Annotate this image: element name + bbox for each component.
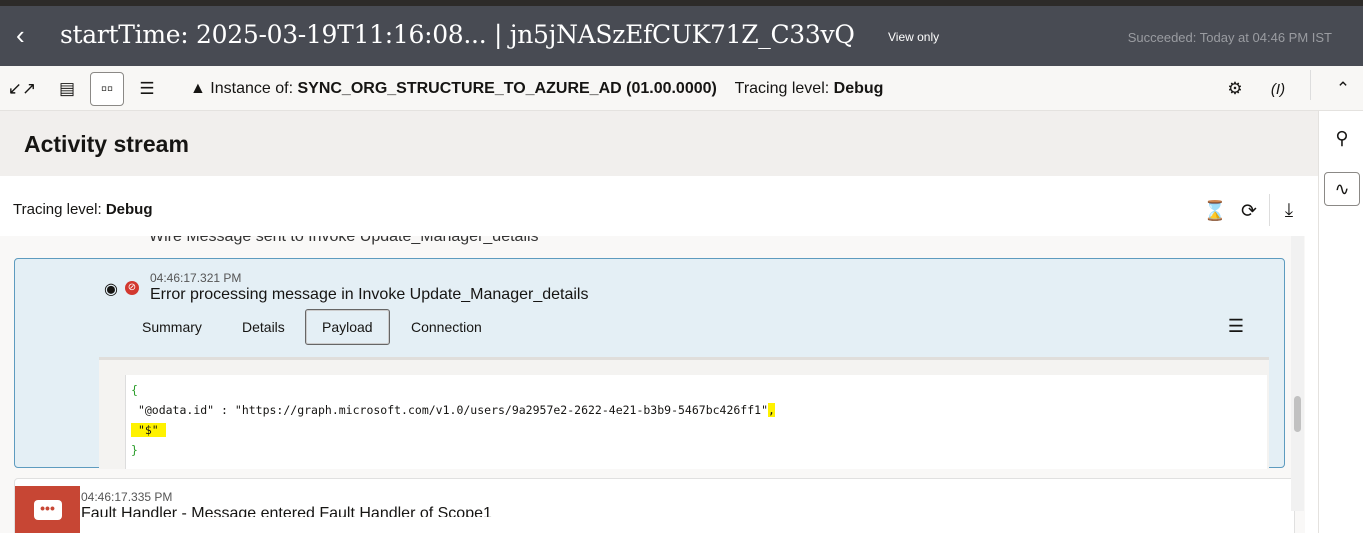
json-key: "@odata.id": [137, 403, 215, 417]
activity-time: 04:46:17.321 PM: [150, 271, 242, 285]
activity-card[interactable]: 04:46:17.335 PM Fault Handler - Message …: [14, 478, 1295, 533]
tab-connection[interactable]: Connection: [395, 309, 498, 345]
tracing-label: Tracing level:: [13, 201, 106, 218]
list-item-message: Wire Message sent to Invoke Update_Manag…: [149, 236, 539, 245]
horizontal-layout-icon[interactable]: ▫▫: [90, 72, 124, 106]
download-icon[interactable]: ⤓: [1274, 196, 1304, 226]
activity-stream-title: Activity stream: [24, 131, 189, 157]
activity-list: Wire Message sent to Invoke Update_Manag…: [0, 236, 1305, 533]
json-value: "https://graph.microsoft.com/v1.0/users/…: [234, 403, 769, 417]
view-only-badge: View only: [888, 30, 940, 44]
activity-pulse-icon[interactable]: ∿: [1324, 172, 1360, 206]
chevron-double-up-icon[interactable]: ⌃: [1326, 72, 1360, 106]
activity-message: Fault Handler - Message entered Fault Ha…: [81, 505, 492, 517]
tab-details[interactable]: Details: [226, 309, 301, 345]
tab-summary[interactable]: Summary: [126, 309, 218, 345]
json-extra-highlight: "$": [137, 423, 159, 437]
tracing-value: Debug: [105, 201, 153, 218]
activity-message: Error processing message in Invoke Updat…: [150, 286, 589, 303]
page-header: ‹ startTime: 2025-03-19T11:16:08... | jn…: [0, 6, 1363, 66]
main-panel: Activity stream Tracing level: Debug ⌛ ⟳…: [0, 111, 1318, 533]
tracing-value: Debug: [833, 80, 884, 97]
chat-button[interactable]: •••: [15, 486, 80, 533]
toolbar: ↙↗ ▤ ▫▫ ☰ ▲ Instance of: SYNC_ORG_STRUCT…: [0, 66, 1363, 111]
hourglass-icon[interactable]: ⌛: [1200, 196, 1230, 226]
instance-info: ▲ Instance of: SYNC_ORG_STRUCTURE_TO_AZU…: [190, 80, 883, 98]
divider: [1269, 194, 1270, 226]
list-layout-icon[interactable]: ☰: [130, 72, 164, 106]
eye-icon[interactable]: ◉: [104, 279, 118, 299]
chat-bubble-icon: •••: [33, 499, 62, 520]
payload-panel: { "@odata.id" : "https://graph.microsoft…: [99, 357, 1269, 469]
json-open-brace: {: [131, 383, 138, 397]
json-close-brace: }: [131, 443, 138, 457]
activity-stream-header: Activity stream: [0, 111, 1318, 176]
refresh-icon[interactable]: ⟳: [1234, 196, 1264, 226]
gear-icon[interactable]: ⚙: [1218, 72, 1252, 106]
search-icon[interactable]: ⚲: [1324, 121, 1360, 155]
page-title: startTime: 2025-03-19T11:16:08... | jn5j…: [60, 20, 855, 49]
payload-code[interactable]: { "@odata.id" : "https://graph.microsoft…: [125, 375, 1267, 469]
error-icon: ⊘: [125, 281, 139, 295]
divider: [1310, 70, 1311, 100]
right-sidebar: ⚲ ∿: [1318, 111, 1363, 533]
instance-value: SYNC_ORG_STRUCTURE_TO_AZURE_AD (01.00.00…: [297, 80, 717, 97]
scrollbar[interactable]: [1291, 236, 1304, 511]
activity-time: 04:46:17.335 PM: [81, 490, 173, 504]
selected-activity-card[interactable]: ◉ ⊘ 04:46:17.321 PM Error processing mes…: [14, 258, 1285, 469]
tracing-level: Tracing level: Debug: [13, 201, 152, 218]
back-chevron-icon[interactable]: ‹: [16, 20, 25, 51]
json-sep: :: [214, 403, 235, 417]
variables-icon[interactable]: (I): [1261, 72, 1295, 106]
tracing-label: Tracing level:: [734, 80, 834, 97]
scrollbar-thumb[interactable]: [1294, 396, 1301, 432]
tab-payload[interactable]: Payload: [305, 309, 390, 345]
vertical-layout-icon[interactable]: ▤: [50, 72, 84, 106]
instance-label: Instance of:: [210, 80, 298, 97]
status-text: Succeeded: Today at 04:46 PM IST: [1127, 30, 1332, 45]
json-comma-highlight: ,: [768, 403, 775, 417]
warning-icon: ▲: [190, 80, 206, 97]
list-view-icon[interactable]: ☰: [1228, 316, 1244, 337]
collapse-icon[interactable]: ↙↗: [5, 72, 39, 106]
